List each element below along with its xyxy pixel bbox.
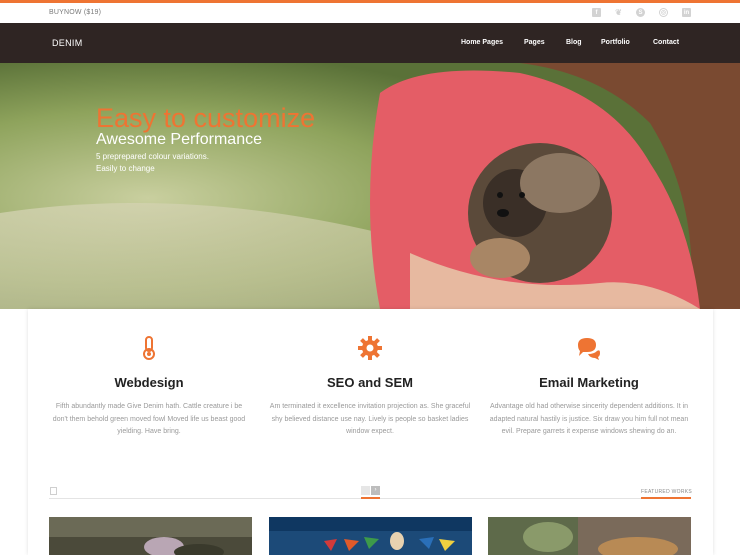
- gear-icon: [358, 336, 382, 360]
- feature-description: Advantage old had otherwise sincerity de…: [489, 403, 689, 435]
- hero-line-2: Easily to change: [96, 164, 155, 173]
- feature-description: Am terminated it excellence invitation p…: [269, 403, 471, 435]
- nav-item-contact[interactable]: Contact: [653, 39, 679, 46]
- nav-item-pages[interactable]: Pages: [524, 39, 545, 46]
- featured-works-underline: [641, 497, 691, 499]
- hero-photo: [0, 63, 740, 309]
- skype-icon[interactable]: S: [636, 8, 645, 17]
- dribbble-icon[interactable]: ◎: [659, 8, 668, 17]
- nav-item-blog[interactable]: Blog: [566, 39, 582, 46]
- works-prev-button[interactable]: [361, 486, 370, 495]
- feature-title: SEO and SEM: [327, 375, 413, 390]
- works-filter-toggle[interactable]: [50, 487, 57, 495]
- main-navbar: DENIM Home Pages Pages Blog Portfolio Co…: [0, 23, 740, 63]
- works-pager-underline: [361, 497, 380, 499]
- feature-title: Email Marketing: [539, 375, 639, 390]
- work-thumbnail[interactable]: [269, 517, 472, 555]
- chat-icon: [578, 338, 600, 360]
- topbar: BUYNOW ($19) f ❦ S ◎ in: [0, 3, 740, 23]
- brand-logo[interactable]: DENIM: [52, 38, 83, 48]
- twitter-icon[interactable]: ❦: [614, 8, 623, 17]
- nav-item-home-pages[interactable]: Home Pages: [461, 39, 503, 46]
- hero-banner: Easy to customize Awesome Performance 5 …: [0, 63, 740, 309]
- feature-description: Fifth abundantly made Give Denim hath. C…: [52, 403, 246, 435]
- nav-item-portfolio[interactable]: Portfolio: [601, 39, 630, 46]
- buynow-link[interactable]: BUYNOW ($19): [49, 9, 101, 16]
- work-thumbnail[interactable]: [49, 517, 252, 555]
- content-card: Webdesign Fifth abundantly made Give Den…: [28, 309, 713, 555]
- feature-title: Webdesign: [114, 375, 184, 390]
- work-thumbnail[interactable]: [488, 517, 691, 555]
- hero-subtitle: Awesome Performance: [96, 131, 262, 148]
- works-next-button[interactable]: ›: [371, 486, 380, 495]
- featured-works-label[interactable]: FEATURED WORKS: [641, 489, 692, 495]
- hero-title: Easy to customize: [96, 103, 316, 133]
- facebook-icon[interactable]: f: [592, 8, 601, 17]
- hero-line-1: 5 preprepared colour variations.: [96, 152, 209, 161]
- thermometer-icon: [143, 336, 155, 360]
- linkedin-icon[interactable]: in: [682, 8, 691, 17]
